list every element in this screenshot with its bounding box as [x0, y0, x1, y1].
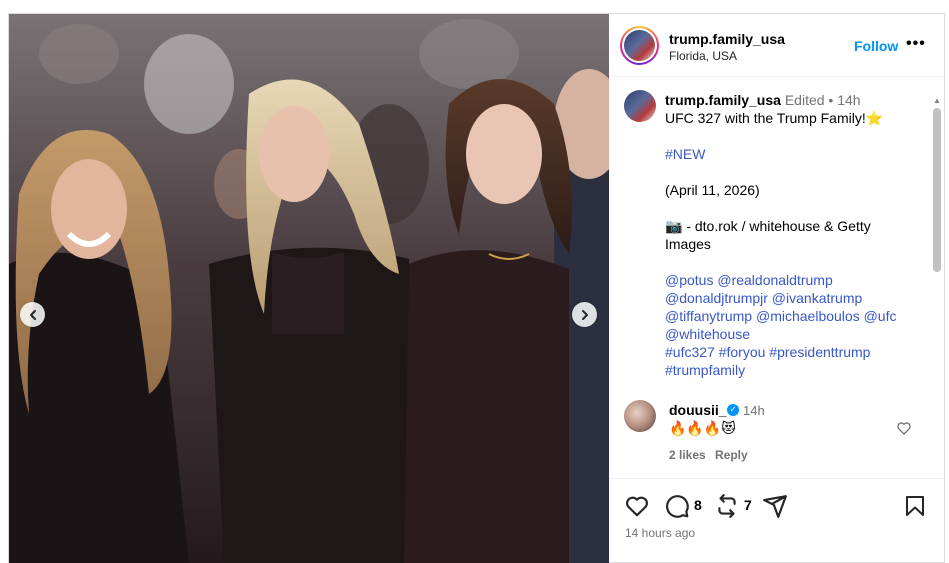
heart-outline-icon [897, 422, 911, 435]
mentions-line4[interactable]: @whitehouse [665, 325, 920, 343]
mentions-line1[interactable]: @potus @realdonaldtrump [665, 271, 920, 289]
repost-icon [718, 494, 736, 518]
bookmark-icon [906, 496, 924, 516]
comment-likes-count[interactable]: 2 likes [669, 448, 706, 462]
commenter-username[interactable]: douusii_ [669, 402, 727, 418]
edited-label: Edited [784, 92, 825, 108]
caption-avatar[interactable] [624, 90, 656, 122]
hashtag-new[interactable]: #NEW [665, 145, 920, 163]
post-timestamp[interactable]: 14 hours ago [625, 526, 695, 540]
comment-reply-button[interactable]: Reply [715, 448, 748, 462]
like-button[interactable] [624, 493, 650, 524]
scroll-up-arrow-icon[interactable]: ▲ [933, 96, 941, 105]
next-photo-button[interactable] [572, 302, 597, 327]
heart-icon [626, 496, 648, 517]
author-avatar[interactable] [620, 26, 659, 65]
photo-credit-line2: Images [665, 236, 711, 252]
commenter-avatar[interactable] [624, 400, 656, 432]
scrollbar-thumb[interactable] [933, 108, 941, 272]
chevron-left-icon [29, 309, 36, 320]
post-photo[interactable] [9, 14, 609, 563]
mentions-line3[interactable]: @tiffanytrump @michaelboulos @ufc [665, 307, 920, 325]
post-location[interactable]: Florida, USA [669, 49, 737, 63]
comments-count: 8 [694, 497, 702, 513]
more-options-button[interactable]: ••• [906, 35, 926, 53]
caption-title: UFC 327 with the Trump Family!⭐ [665, 110, 884, 126]
comments-scrollbar[interactable]: ▲ ▼ [931, 96, 943, 478]
previous-photo-button[interactable] [20, 302, 45, 327]
post-actions-bar: 8 7 14 hours ago [609, 478, 944, 562]
photo-credit-line1: 📷 - dto.rok / whitehouse & Getty [665, 218, 871, 234]
repost-button[interactable] [714, 493, 740, 524]
share-button[interactable] [762, 493, 788, 524]
hashtags-line2[interactable]: #trumpfamily [665, 361, 920, 379]
comment-like-button[interactable] [896, 420, 912, 441]
caption-date: (April 11, 2026) [665, 182, 760, 198]
comment-bubble-icon [666, 495, 689, 518]
comment-text: 🔥🔥🔥😻 [669, 420, 736, 436]
post-caption: trump.family_usa Edited • 14h UFC 327 wi… [665, 91, 920, 379]
reposts-count: 7 [744, 497, 752, 513]
post-details-panel: trump.family_usa Florida, USA Follow •••… [609, 14, 944, 562]
send-icon [763, 495, 787, 518]
follow-button[interactable]: Follow [854, 38, 898, 54]
hashtags-line1[interactable]: #ufc327 #foryou #presidenttrump [665, 343, 920, 361]
separator-dot: • [828, 92, 834, 108]
comment-button[interactable] [664, 493, 690, 524]
post-modal: trump.family_usa Florida, USA Follow •••… [8, 13, 945, 563]
caption-username[interactable]: trump.family_usa [665, 92, 781, 108]
save-button[interactable] [903, 493, 927, 524]
mentions-line2[interactable]: @donaldjtrumpjr @ivankatrump [665, 289, 920, 307]
verified-badge-icon: ✓ [727, 404, 739, 416]
author-username[interactable]: trump.family_usa [669, 31, 785, 47]
post-header: trump.family_usa Florida, USA Follow ••• [609, 14, 944, 77]
comments-section[interactable]: trump.family_usa Edited • 14h UFC 327 wi… [609, 78, 944, 478]
comment-time[interactable]: 14h [743, 403, 765, 418]
photo-image [9, 14, 609, 563]
caption-time: 14h [837, 92, 861, 108]
chevron-right-icon [581, 309, 588, 320]
